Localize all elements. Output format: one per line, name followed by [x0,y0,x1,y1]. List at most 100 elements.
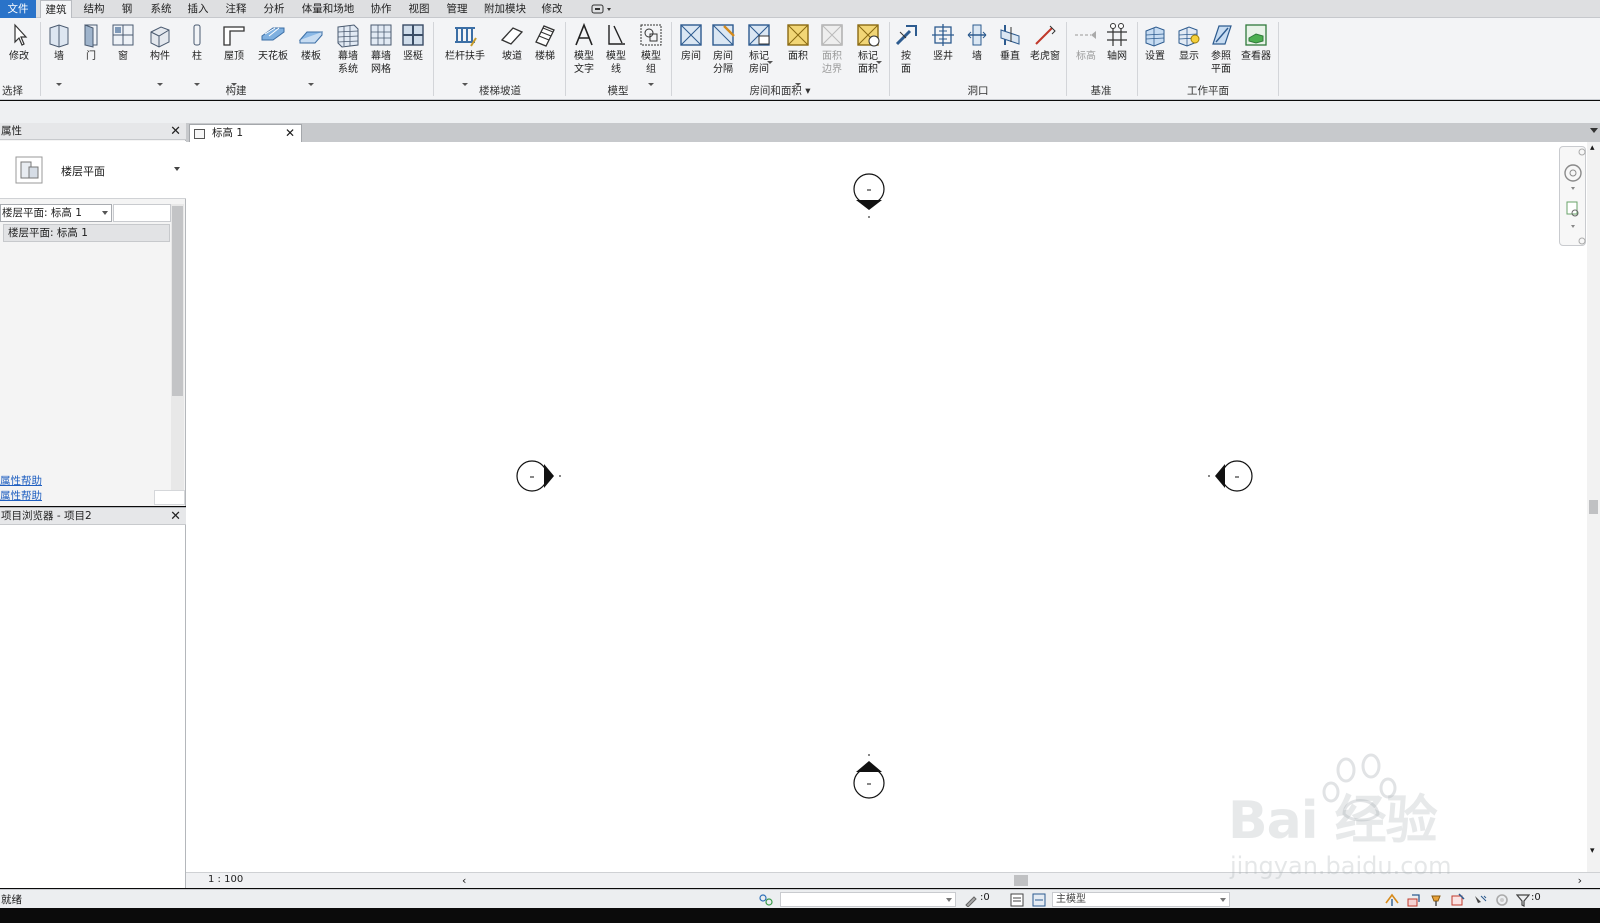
roof-button[interactable]: 屋顶 [220,20,248,86]
menu-tab-addins[interactable]: 附加模块 [479,0,531,18]
menu-tab-manage[interactable]: 管理 [441,0,473,18]
group-workplane-label: 工作平面 [1187,85,1229,97]
elevation-marker-west[interactable] [516,460,561,492]
properties-close-icon[interactable]: ✕ [170,124,181,139]
railing-button[interactable]: 栏杆扶手 [442,20,488,86]
menu-tab-modify[interactable]: 修改 [536,0,568,18]
room-button[interactable]: 房间 [676,20,706,86]
reference-plane-button[interactable]: 参照 平面 [1206,20,1236,86]
drawing-canvas[interactable] [186,142,1600,872]
menu-tab-annotate[interactable]: 注释 [220,0,252,18]
vertical-opening-button[interactable]: 垂直 [996,20,1024,86]
type-selector[interactable]: 楼层平面 [0,141,186,199]
workplane-viewer-button[interactable]: 查看器 [1238,20,1274,86]
area-button[interactable]: 面积 [783,20,813,86]
editable-elements-icon[interactable] [964,893,978,907]
menu-tab-analyze[interactable]: 分析 [258,0,290,18]
tab-list-menu-icon[interactable] [1590,128,1598,133]
vertical-scrollbar-thumb[interactable] [1589,500,1598,514]
view-tab-level-1[interactable]: 标高 1 ✕ [189,124,302,142]
properties-scrollbar[interactable] [171,204,184,504]
menu-tab-view[interactable]: 视图 [403,0,435,18]
menu-tab-file[interactable]: 文件 [0,0,36,18]
ramp-button[interactable]: 坡道 [497,20,527,86]
component-button[interactable]: 构件 [145,20,175,86]
show-workplane-button[interactable]: 显示 [1174,20,1204,86]
scroll-right-icon[interactable]: › [1578,874,1582,887]
floor-button[interactable]: 楼板 [296,20,326,86]
elevation-marker-north[interactable] [853,173,885,218]
vertical-scrollbar[interactable]: ▴ ▾ [1587,142,1600,872]
model-group-button[interactable]: 模型 组 [636,20,666,86]
door-button[interactable]: 门 [78,20,104,86]
shaft-button[interactable]: 竖井 [928,20,958,86]
select-by-face-icon[interactable] [1450,893,1466,907]
elevation-marker-east[interactable] [1208,460,1253,492]
group-select-label[interactable]: 选择 ▾ [0,84,30,111]
filter-icon[interactable] [1516,893,1530,907]
drag-on-selection-icon[interactable] [1472,893,1488,907]
level-icon [1075,31,1096,39]
design-option-set-icon[interactable] [1032,893,1046,907]
tag-area-button[interactable]: 标记 面积 [852,20,884,86]
curtain-system-button[interactable]: 幕墙 系统 [333,20,363,86]
horizontal-scrollbar-thumb[interactable] [1014,875,1028,886]
model-line-button[interactable]: 模型 线 [602,20,630,86]
active-design-option-dropdown[interactable]: 主模型 [1052,892,1230,907]
ribbon-display-toggle[interactable] [588,0,616,18]
ceiling-button[interactable]: 天花板 [256,20,290,86]
scroll-up-icon[interactable]: ▴ [1590,143,1595,153]
model-text-button[interactable]: 模型 文字 [570,20,598,86]
group-build-label: 构建 [225,85,247,97]
room-separator-button[interactable]: 房间 分隔 [708,20,738,86]
type-category-row[interactable]: 楼层平面: 标高 1 [3,224,170,242]
area-boundary-button[interactable]: 面积 边界 [816,20,848,86]
edit-type-field[interactable] [113,204,171,222]
menu-tab-architecture[interactable]: 建筑 [40,0,72,18]
close-tab-icon[interactable]: ✕ [285,125,295,142]
browser-close-icon[interactable]: ✕ [170,509,181,524]
dormer-button[interactable]: 老虎窗 [1028,20,1062,86]
tag-room-button[interactable]: 标记 房间 [743,20,775,86]
grid-button[interactable]: 轴网 [1103,20,1131,86]
steering-wheel-icon[interactable] [1564,164,1582,182]
type-dropdown-arrow-icon[interactable] [174,167,180,171]
column-button[interactable]: 柱 [184,20,210,86]
properties-help-link-2[interactable]: 属性帮助 [0,488,42,503]
stair-button[interactable]: 楼梯 [530,20,560,86]
menu-tab-massing-site[interactable]: 体量和场地 [297,0,359,18]
curtain-grid-button[interactable]: 幕墙 网格 [366,20,396,86]
menu-tab-systems[interactable]: 系统 [145,0,177,18]
apply-button[interactable] [154,490,185,505]
instance-type-dropdown[interactable]: 楼层平面: 标高 1 [0,204,112,222]
level-button[interactable]: 标高 [1071,20,1101,86]
door-icon [84,24,98,48]
scrollbar-thumb[interactable] [172,206,183,396]
window-button[interactable]: 窗 [110,20,136,86]
elevation-marker-south[interactable] [853,754,885,799]
group-room-label[interactable]: 房间和面积 ▾ [676,84,884,98]
mullion-button[interactable]: 竖梃 [400,20,426,86]
properties-help-link[interactable]: 属性帮助 [0,473,42,488]
select-underlay-icon[interactable] [1406,893,1422,907]
menu-tab-insert[interactable]: 插入 [182,0,214,18]
background-process-icon[interactable] [1494,893,1510,907]
workset-dropdown[interactable] [780,892,956,907]
menu-tab-structure[interactable]: 结构 [78,0,110,18]
design-options-icon[interactable] [1010,893,1024,907]
menu-tab-steel[interactable]: 钢 [117,0,137,18]
set-workplane-button[interactable]: 设置 [1142,20,1168,86]
select-links-icon[interactable] [1384,893,1400,907]
zoom-icon[interactable] [1566,201,1579,217]
worksets-icon[interactable] [758,893,774,907]
select-pinned-icon[interactable] [1428,893,1444,907]
menu-tab-collaborate[interactable]: 协作 [365,0,397,18]
wall-opening-button[interactable]: 墙 [964,20,990,86]
wall-button[interactable]: 墙 [45,20,73,86]
scroll-left-icon[interactable]: ‹ [462,874,466,887]
scroll-down-icon[interactable]: ▾ [1590,846,1595,856]
view-scale[interactable]: 1 : 100 [208,874,243,885]
area-icon [787,24,809,46]
modify-button[interactable]: 修改 [4,20,34,86]
opening-by-face-button[interactable]: 按 面 [894,20,918,86]
